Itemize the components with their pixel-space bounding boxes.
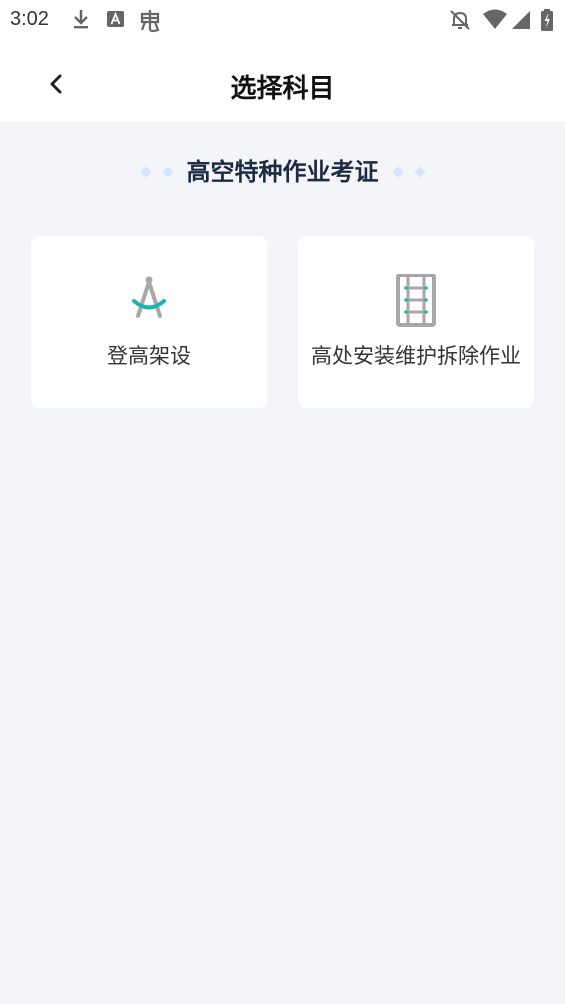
diamond-decoration [139,166,152,178]
subject-card-label: 高处安装维护拆除作业 [311,344,521,368]
subject-card-denggao[interactable]: 登高架设 [31,236,267,408]
diamond-decoration [161,166,174,178]
battery-icon [541,9,553,31]
wifi-icon [483,9,507,29]
compass-icon [132,276,166,318]
section-title: 高空特种作业考证 [186,158,379,186]
status-bar: 3:02 [0,0,565,40]
subject-card-label: 登高架设 [107,344,191,368]
status-time: 3:02 [10,8,49,30]
diamond-decoration [391,166,404,178]
subject-card-gaochu[interactable]: 高处安装维护拆除作业 [298,236,534,408]
download-icon [74,10,88,29]
diamond-decoration [413,166,426,178]
ladder-icon [396,274,436,327]
bug-icon [140,10,160,33]
signal-icon [512,11,530,29]
a-icon [107,11,124,27]
page-title: 选择科目 [230,74,335,104]
section-header: 高空特种作业考证 [0,152,565,192]
bell-off-icon [450,10,470,30]
nav-bar: 选择科目 [0,40,565,122]
